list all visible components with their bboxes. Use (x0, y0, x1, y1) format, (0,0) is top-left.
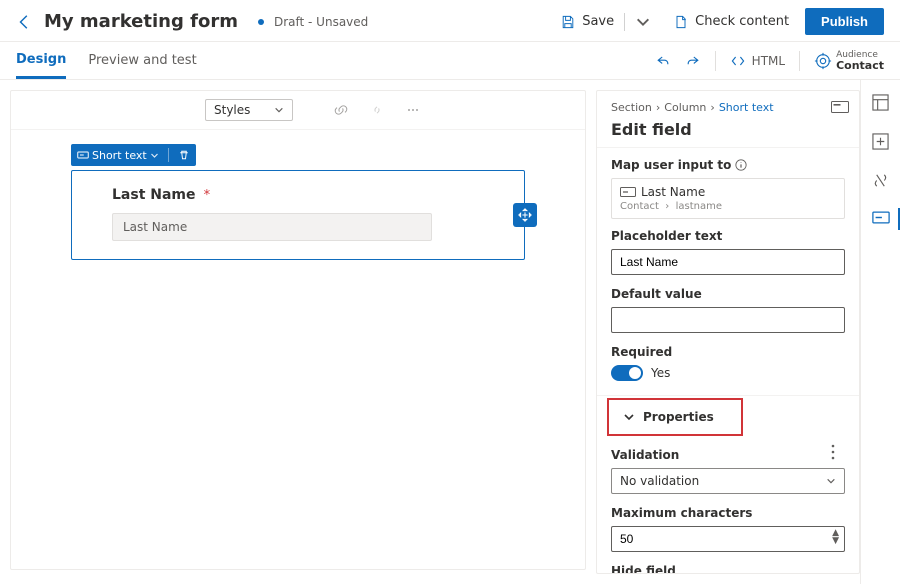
canvas-frame: Styles (10, 90, 586, 570)
map-input-label: Map user input to (611, 158, 845, 172)
breadcrumb: Section › Column › Short text (611, 101, 845, 114)
canvas-column: Styles (0, 80, 596, 584)
check-content-button[interactable]: Check content (667, 10, 795, 34)
tab-preview[interactable]: Preview and test (88, 44, 196, 77)
placeholder-input[interactable] (611, 249, 845, 275)
default-value-label: Default value (611, 287, 845, 301)
map-entity: Contact (620, 201, 659, 212)
divider (624, 13, 625, 31)
tab-strip: Design Preview and test HTML Audience Co… (0, 42, 900, 80)
map-attr: lastname (676, 201, 722, 212)
audience-button[interactable]: Audience Contact (814, 51, 884, 71)
redo-button[interactable] (685, 53, 701, 69)
validation-value: No validation (620, 474, 699, 488)
styles-label: Styles (214, 103, 250, 117)
publish-button[interactable]: Publish (805, 8, 884, 35)
map-value-main: Last Name (641, 185, 705, 199)
maxchars-input[interactable] (611, 526, 845, 552)
map-input-picker[interactable]: Last Name Contact › lastname (611, 178, 845, 219)
html-label: HTML (752, 54, 785, 68)
right-rail (860, 80, 900, 584)
crumb-current: Short text (719, 101, 774, 114)
hide-field-label: Hide field (611, 564, 845, 574)
chevron-down-icon (150, 151, 159, 160)
status-text: Draft - Unsaved (274, 15, 368, 29)
field-chip: Short text (71, 144, 196, 166)
chevron-down-icon (623, 411, 635, 423)
move-handle-icon[interactable] (513, 203, 537, 227)
more-icon[interactable] (405, 102, 421, 118)
edit-field-panel: Section › Column › Short text Edit field… (596, 90, 860, 574)
validation-label: Validation (611, 448, 845, 462)
field-placeholder-preview: Last Name (112, 213, 432, 241)
crumb-column[interactable]: Column (664, 101, 706, 114)
panel-title: Edit field (611, 120, 845, 139)
delete-field-button[interactable] (172, 149, 196, 161)
required-value: Yes (651, 366, 670, 380)
canvas-toolbar: Styles (11, 91, 585, 130)
app-header: My marketing form Draft - Unsaved Save C… (0, 0, 900, 42)
textbox-icon (620, 187, 636, 197)
chevron-down-icon (826, 476, 836, 486)
html-toggle-button[interactable]: HTML (730, 53, 785, 69)
link-icon[interactable] (333, 102, 349, 118)
properties-label: Properties (643, 410, 714, 424)
rail-add-icon[interactable] (872, 133, 889, 150)
save-menu-button[interactable] (629, 10, 657, 34)
status-dot-icon (258, 19, 264, 25)
field-label: Last Name (112, 187, 196, 203)
styles-dropdown[interactable]: Styles (205, 99, 293, 121)
page-title: My marketing form (44, 11, 238, 32)
selected-field[interactable]: Short text Last Name * Last Name (71, 170, 525, 260)
validation-dropdown[interactable]: No validation (611, 468, 845, 494)
info-icon[interactable] (735, 159, 747, 171)
unlink-icon[interactable] (369, 102, 385, 118)
back-arrow-icon[interactable] (16, 13, 34, 31)
default-value-input[interactable] (611, 307, 845, 333)
textbox-icon (77, 149, 89, 161)
editor-body: Styles (0, 80, 900, 584)
maxchars-label: Maximum characters (611, 506, 845, 520)
rail-settings-icon[interactable] (872, 172, 889, 189)
crumb-section[interactable]: Section (611, 101, 652, 114)
properties-expander[interactable]: Properties (607, 398, 743, 436)
audience-value: Contact (836, 60, 884, 71)
save-button[interactable]: Save (554, 10, 620, 34)
rail-layout-icon[interactable] (872, 94, 889, 111)
divider (715, 51, 716, 71)
trash-icon (178, 149, 190, 161)
properties-more-icon[interactable] (825, 444, 841, 460)
field-chip-main[interactable]: Short text (71, 149, 165, 162)
required-asterisk-icon: * (204, 188, 211, 203)
tab-design[interactable]: Design (16, 43, 66, 79)
placeholder-label: Placeholder text (611, 229, 845, 243)
save-label: Save (582, 14, 614, 29)
stepper-down-icon[interactable]: ▼ (832, 537, 839, 545)
required-toggle[interactable] (611, 365, 643, 381)
chevron-down-icon (274, 105, 284, 115)
panel-card-icon[interactable] (831, 101, 849, 113)
undo-button[interactable] (655, 53, 671, 69)
check-content-label: Check content (695, 14, 789, 29)
required-label: Required (611, 345, 845, 359)
divider (799, 51, 800, 71)
rail-field-icon[interactable] (872, 211, 890, 224)
field-type-label: Short text (92, 149, 147, 162)
